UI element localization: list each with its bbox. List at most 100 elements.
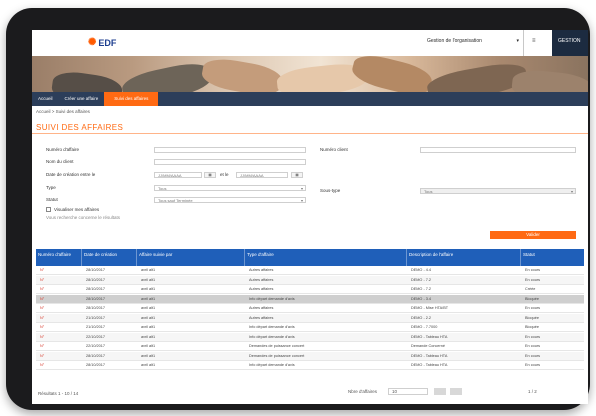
statut-select-value: Tous sauf Terminée [158,198,193,203]
column-header-statut[interactable]: Statut [521,249,584,266]
cell-numero[interactable]: N° [40,363,44,367]
pager-prev-button[interactable] [434,388,446,395]
cell-description: DEMO - Tableau HTA [411,334,448,339]
date-from-placeholder: JJ/MM/AAAA [158,173,182,178]
cell-numero[interactable]: N° [40,335,44,339]
organisation-select-value: Gestion de l'organisation [427,38,482,44]
cell-description: DEMO - Tableau HTA [411,363,448,367]
column-header-description[interactable]: Description de l'affaire [407,249,521,266]
organisation-select[interactable]: Gestion de l'organisation ▾ [427,38,519,44]
mes-affaires-label: Visualiser mes affaires [54,207,100,212]
cell-statut: En cours [525,363,540,367]
date-creation-label: Date de création entre le [46,172,96,177]
search-button[interactable]: Valider [490,231,576,239]
type-select[interactable]: Tous ▾ [154,185,306,191]
cell-type: Demandes de puissance concert [249,353,305,358]
cell-numero[interactable]: N° [40,287,44,291]
cell-suivi: avril alt1 [141,325,156,329]
cell-statut: En cours [525,306,540,310]
cell-numero[interactable]: N° [40,297,44,301]
sous-type-select-value: Tous [424,189,433,194]
cell-numero[interactable]: N° [40,306,44,310]
banner-hands-shape [349,56,435,92]
cell-numero[interactable]: N° [40,344,44,348]
banner-hands-shape [119,58,215,92]
nom-client-input[interactable] [154,159,306,165]
cell-statut: Bloquée [525,325,539,329]
date-from-input[interactable]: JJ/MM/AAAA [154,172,202,178]
menu-icon[interactable]: ≡ [532,38,536,44]
cell-suivi: avril alt1 [141,334,156,339]
table-row[interactable]: N° 28/10/2017 avril alt1 Autres affaires DEM… [36,266,584,275]
cell-numero[interactable]: N° [40,278,44,282]
type-select-value: Tous [158,186,167,191]
cell-description: DEMO - Tableau HTA [411,353,448,358]
user-menu[interactable]: GESTION [552,30,588,56]
table-row[interactable]: N° 28/10/2017 avril alt1 Autres affaires DEM… [36,304,584,313]
table-row[interactable]: N° 28/10/2017 avril alt1 Autres affaires DEM… [36,275,584,285]
column-header-suivi[interactable]: Affaire suivie par [137,249,245,266]
cell-numero[interactable]: N° [40,316,44,320]
cell-date: 28/10/2017 [86,353,106,358]
cell-date: 28/10/2017 [86,306,106,310]
cell-statut: En cours [525,344,540,348]
table-row[interactable]: N° 21/10/2017 avril alt1 Info départ demand… [36,323,584,332]
cell-numero[interactable]: N° [40,325,44,329]
logo-text: EDF [98,37,117,48]
table-row[interactable]: N° 21/10/2017 avril alt1 Autres affaires DEM… [36,313,584,323]
cell-type: Autres affaires [249,306,274,310]
results-count: Résultats 1 - 10 / 14 [38,391,79,396]
cell-description: Demande Concerné [411,344,445,348]
cell-numero[interactable]: N° [40,268,44,272]
cell-description: DEMO - 7.7000 [411,325,438,329]
column-header-type[interactable]: Type d'affaire [245,249,407,266]
nav-item-creer-affaire[interactable]: Créer une affaire [59,92,105,106]
cell-description: DEMO - 2.2 [411,315,432,320]
cell-type: Info départ demande d'avis [249,325,295,329]
cell-date: 28/10/2017 [86,277,106,282]
table-row[interactable]: N° 22/10/2017 avril alt1 Demandes de puissa… [36,342,584,351]
edf-logo[interactable]: ✺ EDF [88,37,116,48]
date-to-input[interactable]: JJ/MM/AAAA [236,172,288,178]
cell-statut: Créée [525,287,536,291]
table-row[interactable]: N° 28/10/2017 avril alt1 Info départ demand… [36,294,584,304]
per-page-select[interactable]: 10 [388,388,428,395]
table-row[interactable]: N° 22/10/2017 avril alt1 Info départ demand… [36,332,584,342]
numero-affaire-input[interactable] [154,147,306,153]
table-row[interactable]: N° 28/10/2017 avril alt1 Info départ demand… [36,361,584,370]
cell-suivi: avril alt1 [141,344,156,348]
page-title: SUIVI DES AFFAIRES [36,123,124,132]
nav-item-accueil[interactable]: Accueil [32,92,59,106]
statut-label: Statut [46,197,58,202]
cell-suivi: avril alt1 [141,296,156,301]
cell-type: Info départ demande d'avis [249,296,295,301]
cell-suivi: avril alt1 [141,315,156,320]
cell-statut: En cours [525,334,540,339]
user-menu-label: GESTION [558,38,581,44]
sous-type-select[interactable]: Tous ▾ [420,188,576,194]
edf-sun-icon: ✺ [88,37,97,48]
numero-client-input[interactable] [420,147,576,153]
table-row[interactable]: N° 28/10/2017 avril alt1 Autres affaires DEM… [36,285,584,294]
nom-client-label: Nom du client [46,159,74,164]
mes-affaires-checkbox[interactable] [46,207,51,212]
column-header-numero[interactable]: Numéro d'affaire [36,249,82,266]
cell-type: Autres affaires [249,277,274,282]
statut-select[interactable]: Tous sauf Terminée ▾ [154,197,306,203]
table-header: Numéro d'affaire Date de création Affair… [36,249,584,266]
cell-description: DEMO - 3.4 [411,296,432,301]
cell-type: Autres affaires [249,287,274,291]
breadcrumb[interactable]: Accueil > Suivi des affaires [36,109,90,114]
pager-next-button[interactable] [450,388,462,395]
calendar-to-icon[interactable]: ▦ [291,172,303,178]
cell-date: 28/10/2017 [86,287,106,291]
nav-item-suivi-affaires[interactable]: Suivi des affaires [104,92,159,106]
table-row[interactable]: N° 28/10/2017 avril alt1 Demandes de puissa… [36,351,584,361]
cell-statut: En cours [525,277,540,282]
calendar-from-icon[interactable]: ▦ [204,172,216,178]
cell-date: 22/10/2017 [86,344,106,348]
cell-type: Info départ demande d'avis [249,334,295,339]
column-header-date[interactable]: Date de création [82,249,137,266]
numero-affaire-label: Numéro d'affaire [46,147,80,152]
cell-numero[interactable]: N° [40,354,44,358]
